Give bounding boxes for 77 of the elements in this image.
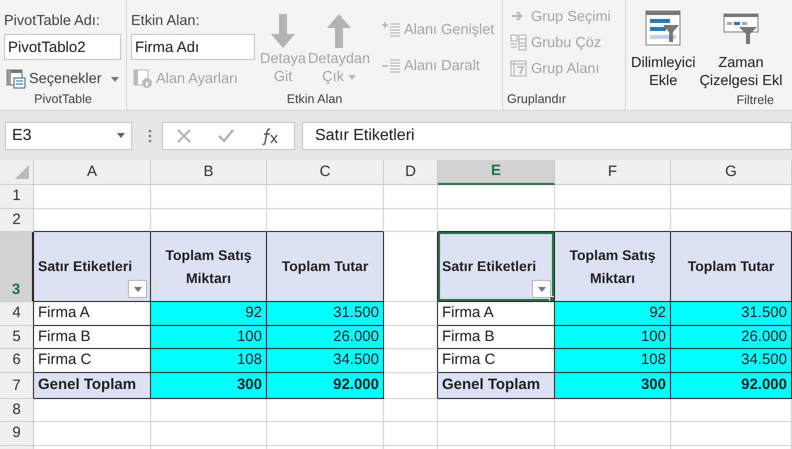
column-header[interactable]: F (555, 160, 671, 185)
calendar-icon (509, 59, 528, 78)
column-header[interactable]: C (267, 160, 384, 185)
table-cell: 34.500 (671, 349, 792, 372)
table-cell: 26.000 (671, 326, 792, 349)
column-heading: Toplam Satış Miktarı (569, 246, 656, 286)
table-cell: 300 (555, 372, 671, 398)
timeline-button[interactable]: Zaman Çizelgesi Ekl (698, 4, 784, 92)
group-label: Etkin Alan (286, 91, 342, 107)
column-header[interactable]: G (671, 160, 792, 185)
row-header[interactable]: 1 (0, 185, 34, 208)
table-cell: 26.000 (267, 326, 384, 349)
column-header[interactable]: D (384, 160, 438, 185)
select-all-icon (15, 165, 29, 179)
group-label: PivotTable (34, 91, 92, 107)
table-cell: 100 (555, 326, 671, 349)
table-cell: 108 (555, 349, 671, 372)
column-heading: Satır Etiketleri (442, 258, 536, 274)
row-header[interactable]: 2 (0, 208, 34, 232)
collapse-icon (381, 57, 402, 75)
table-cell: Firma C (34, 349, 151, 372)
options-icon (6, 69, 26, 89)
options-button[interactable]: Seçenekler (4, 68, 121, 90)
table-cell: 31.500 (671, 302, 792, 326)
table-cell: 92 (151, 302, 267, 326)
table-cell: Genel Toplam (34, 372, 151, 398)
slicer-icon (645, 10, 682, 46)
table-cell: Firma A (34, 302, 151, 326)
filter-button[interactable] (532, 280, 551, 298)
expand-icon (381, 21, 402, 39)
table-cell: 100 (151, 326, 267, 349)
close-icon (176, 128, 192, 144)
table-cell: 108 (151, 349, 267, 372)
caret-icon (117, 133, 125, 138)
caret-icon (134, 286, 142, 292)
row-header[interactable]: 7 (0, 372, 34, 398)
table-cell: Genel Toplam (438, 372, 555, 398)
column-heading: Toplam Tutar (282, 258, 368, 274)
field-label: PivotTable Adı: (4, 12, 101, 30)
more-icon (148, 128, 152, 142)
table-cell: Firma C (438, 349, 555, 372)
settings-icon (133, 69, 153, 89)
group-label: Gruplandır (507, 91, 566, 107)
table-cell: 92 (555, 302, 671, 326)
column-heading: Satır Etiketleri (38, 258, 132, 274)
column-heading: Toplam Tutar (688, 258, 774, 274)
name-box[interactable]: E3 (5, 122, 132, 150)
row-header[interactable]: 4 (0, 302, 34, 326)
row-header[interactable]: 5 (0, 326, 34, 349)
table-cell: Firma A (438, 302, 555, 326)
active-field-input[interactable]: Firma Adı (131, 34, 255, 60)
table-cell: 34.500 (267, 349, 384, 372)
row-header[interactable]: 8 (0, 398, 34, 422)
group-label: Filtrele (736, 92, 774, 108)
enter-button[interactable] (217, 128, 236, 144)
table-cell: 31.500 (267, 302, 384, 326)
check-icon (217, 128, 236, 144)
table-cell: 300 (151, 372, 267, 398)
column-heading: Toplam Satış Miktarı (165, 246, 252, 286)
table-cell: 92.000 (267, 372, 384, 398)
column-header[interactable]: B (151, 160, 267, 185)
row-header[interactable]: 3 (0, 232, 34, 302)
name-field[interactable]: PivotTablo2 (4, 34, 121, 60)
table-cell: Firma B (34, 326, 151, 349)
formula-field[interactable]: Satır Etiketleri (302, 122, 792, 150)
cancel-button[interactable] (176, 128, 192, 144)
filter-button[interactable] (128, 280, 147, 298)
row-header[interactable]: 6 (0, 349, 34, 372)
slicer-button[interactable]: Dilimleyici Ekle (630, 4, 696, 92)
table-cell: 92.000 (671, 372, 792, 398)
column-header[interactable]: E (438, 160, 555, 185)
field-label: Etkin Alan: (131, 12, 201, 30)
column-header[interactable]: A (34, 160, 151, 185)
table-cell: Firma B (438, 326, 555, 349)
row-header[interactable]: 9 (0, 422, 34, 446)
caret-icon (538, 286, 546, 292)
ungroup-icon (509, 33, 528, 52)
